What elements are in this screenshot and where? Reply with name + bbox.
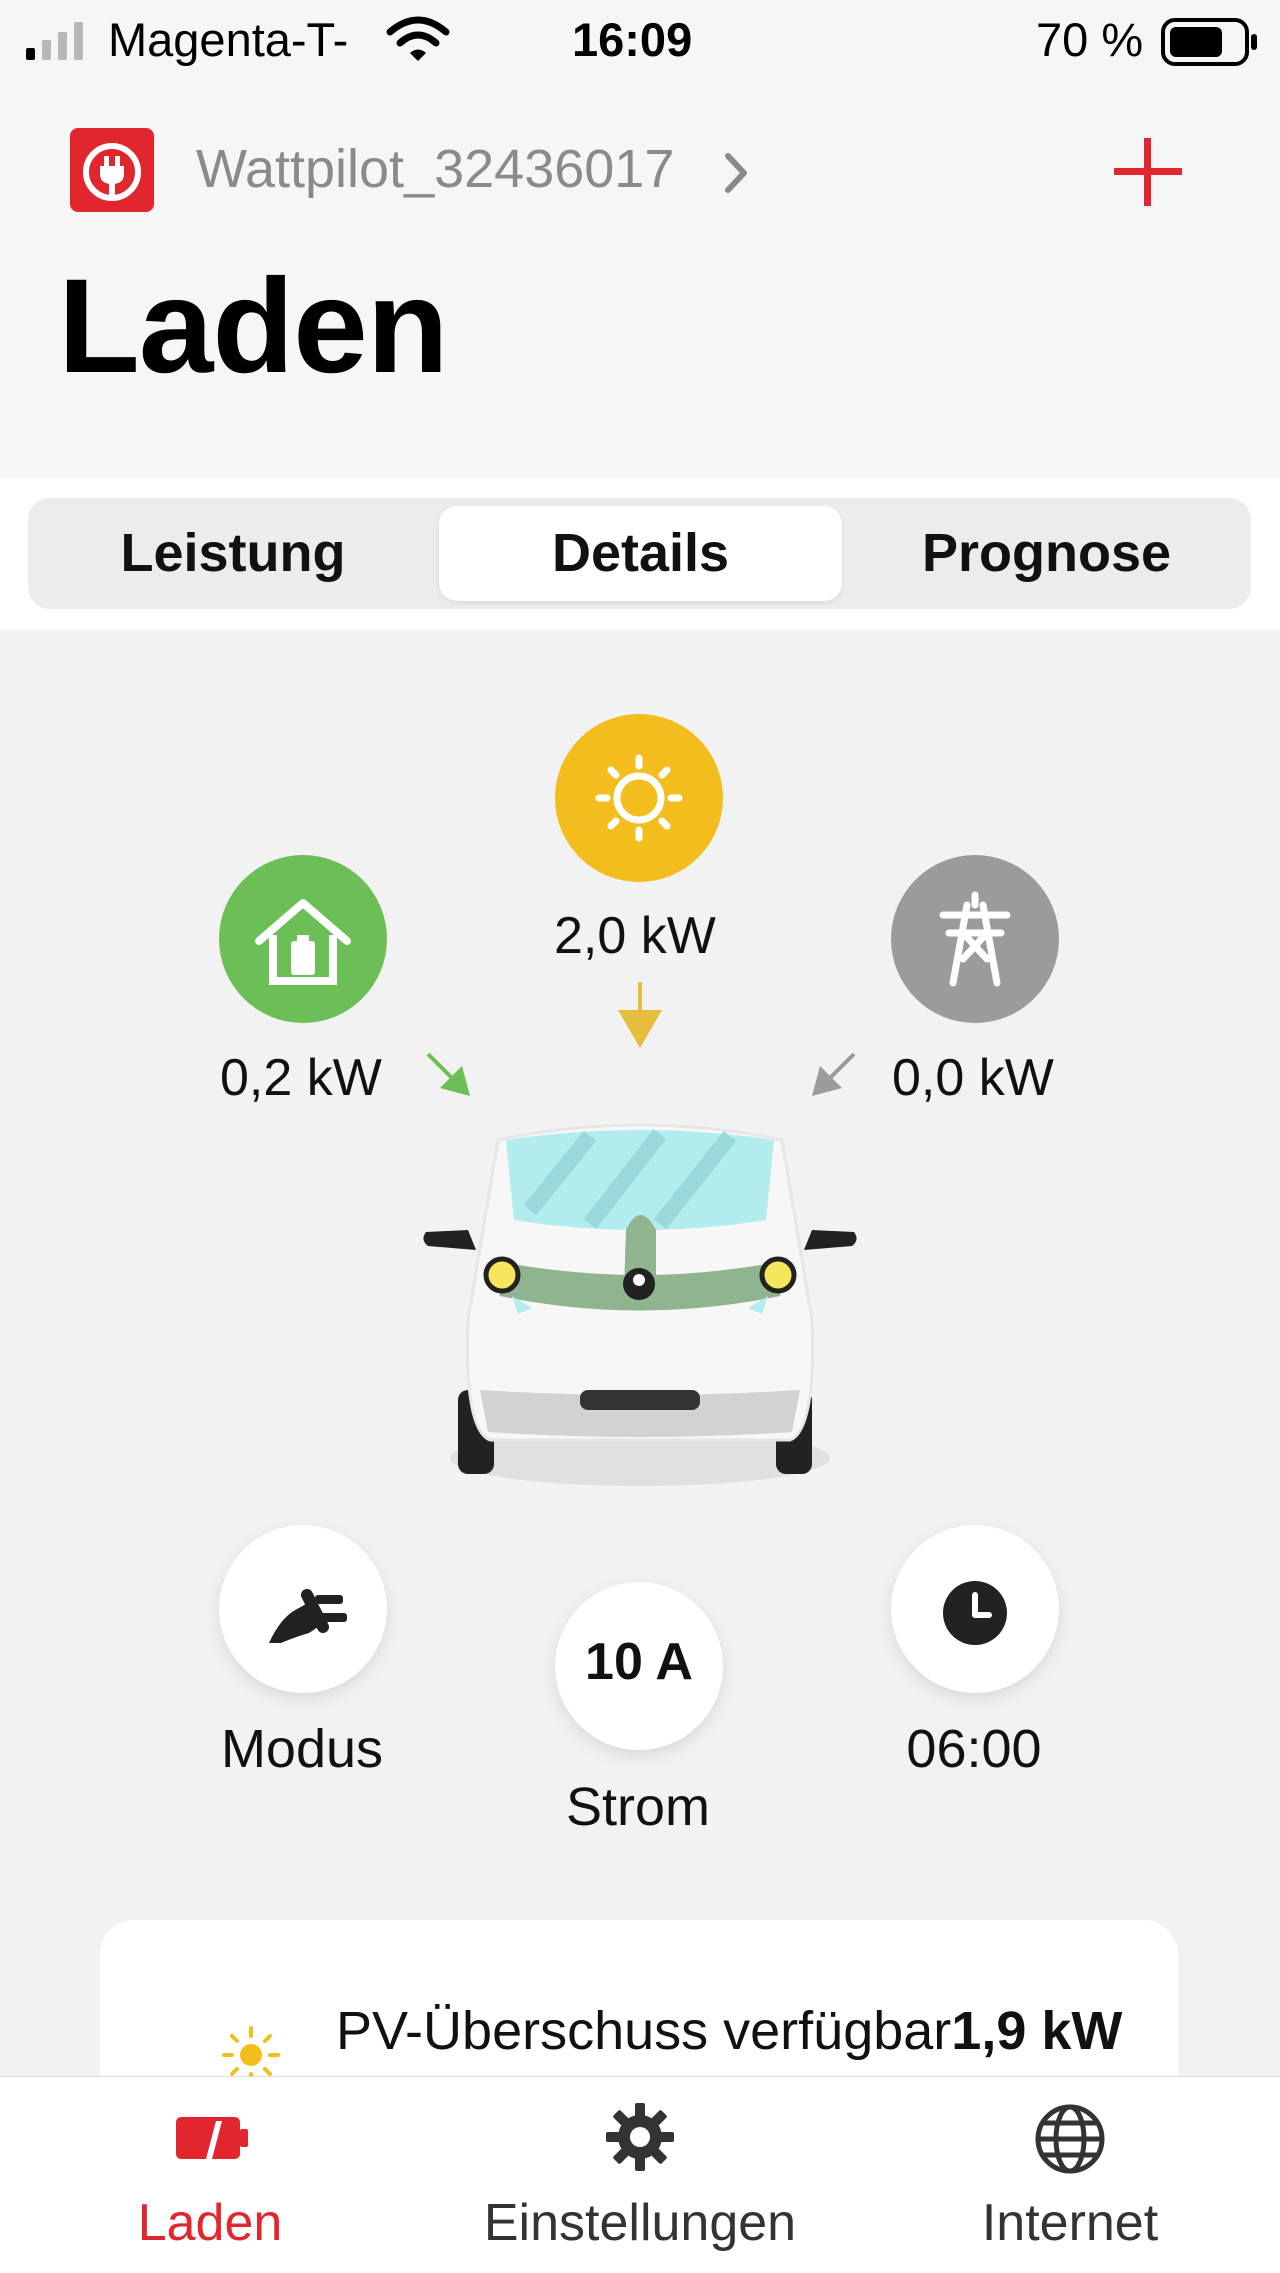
carrier-label: Magenta-T- — [108, 13, 349, 66]
battery-icon — [1161, 18, 1257, 66]
plus-icon[interactable] — [1110, 134, 1186, 210]
clock-time: 16:09 — [572, 13, 693, 66]
page-title: Laden — [58, 252, 449, 401]
home-source[interactable] — [219, 855, 387, 1023]
header: Wattpilot_32436017 Laden — [0, 90, 1280, 478]
wattpilot-logo-icon[interactable] — [70, 128, 154, 212]
device-selector[interactable]: Wattpilot_32436017 — [196, 138, 674, 200]
home-power-value: 0,2 kW — [220, 1049, 382, 1107]
tab-internet-label: Internet — [981, 2194, 1159, 2252]
current-button[interactable]: 10 A — [555, 1582, 723, 1750]
cellular-signal-icon — [26, 22, 83, 60]
solar-power-value: 2,0 kW — [554, 907, 716, 965]
arrow-diagonal-left-icon — [812, 1052, 856, 1096]
timer-button[interactable] — [891, 1525, 1059, 1693]
segment-details[interactable]: Details — [439, 506, 842, 601]
arrow-diagonal-right-icon — [426, 1052, 470, 1096]
grid-power-value: 0,0 kW — [892, 1049, 1054, 1107]
tab-einstellungen[interactable]: Einstellungen — [430, 2077, 850, 2273]
battery-percent: 70 % — [1036, 13, 1144, 66]
pv-surplus-value: 1,9 kW — [951, 2001, 1123, 2061]
current-value: 10 A — [585, 1633, 693, 1691]
plug-icon — [269, 1589, 347, 1643]
segment-control-bar: Leistung Details Prognose — [0, 478, 1280, 630]
solar-source[interactable] — [555, 714, 723, 882]
tab-laden[interactable]: Laden — [0, 2077, 420, 2273]
segmented-control: Leistung Details Prognose — [28, 498, 1251, 609]
clock-icon — [943, 1581, 1007, 1645]
mode-button[interactable] — [219, 1525, 387, 1693]
gear-icon — [606, 2103, 674, 2171]
tab-laden-label: Laden — [137, 2194, 283, 2252]
segment-leistung[interactable]: Leistung — [28, 498, 438, 609]
power-tower-icon — [939, 891, 1011, 987]
status-bar: Magenta-T- 16:09 70 % — [0, 0, 1280, 90]
home-battery-icon — [255, 899, 351, 985]
mode-label: Modus — [220, 1719, 384, 1779]
arrow-down-icon — [618, 982, 662, 1048]
battery-charging-icon — [176, 2117, 248, 2159]
wifi-icon — [386, 16, 450, 61]
pv-surplus-label: PV-Überschuss verfügbar — [336, 2001, 952, 2061]
tab-bar: Laden Einstellungen Internet — [0, 2076, 1280, 2273]
sun-icon — [595, 754, 683, 842]
segment-prognose[interactable]: Prognose — [842, 498, 1251, 609]
tab-einstellungen-label: Einstellungen — [483, 2194, 797, 2252]
pv-surplus-text: PV-Überschuss verfügbar1,9 kW — [336, 2000, 1122, 2062]
chevron-right-icon — [725, 153, 747, 193]
timer-value: 06:00 — [906, 1719, 1042, 1779]
tab-internet[interactable]: Internet — [860, 2077, 1280, 2273]
car-illustration — [423, 1123, 857, 1486]
grid-source[interactable] — [891, 855, 1059, 1023]
current-label: Strom — [565, 1777, 711, 1837]
globe-icon — [1035, 2104, 1105, 2174]
